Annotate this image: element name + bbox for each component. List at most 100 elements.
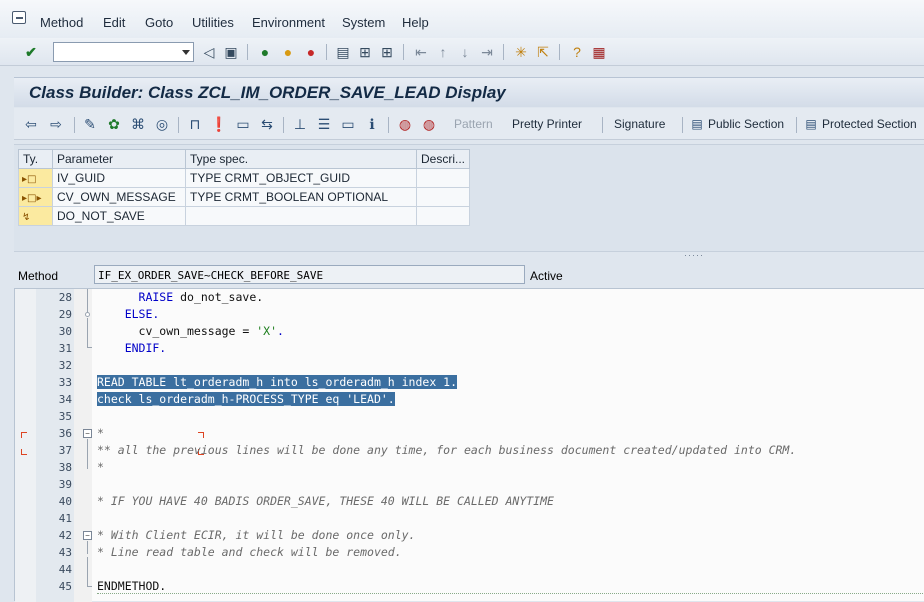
menu-help[interactable]: Help	[402, 15, 429, 30]
code-line[interactable]: 31 ENDIF.	[15, 340, 923, 357]
code-comment[interactable]: *	[97, 426, 104, 440]
table-row[interactable]: ▸□ IV_GUID TYPE CRMT_OBJECT_GUID	[18, 168, 471, 188]
code-line[interactable]: 35	[15, 408, 923, 425]
back-icon[interactable]: ◁	[200, 43, 218, 61]
code-comment[interactable]: ** all the previous lines will be done a…	[97, 443, 796, 457]
menu-system[interactable]: System	[342, 15, 385, 30]
previous-page-icon[interactable]: ↑	[434, 43, 452, 61]
code-comment[interactable]: * IF YOU HAVE 40 BADIS ORDER_SAVE, THESE…	[97, 494, 554, 508]
parameter-name[interactable]: IV_GUID	[52, 168, 186, 188]
selected-code-text[interactable]: READ TABLE lt_orderadm_h into ls_orderad…	[97, 375, 458, 389]
code-text[interactable]: ENDIF.	[97, 341, 167, 355]
find-icon[interactable]: ⊞	[356, 43, 374, 61]
forward-arrow-icon[interactable]: ⇨	[47, 115, 65, 133]
code-line[interactable]: 28 RAISE do_not_save.	[15, 289, 923, 306]
code-line[interactable]: 43 * Line read table and check will be r…	[15, 544, 923, 561]
test-icon[interactable]: ◎	[153, 115, 171, 133]
menu-method[interactable]: Method	[40, 15, 83, 30]
code-line[interactable]: 30 cv_own_message = 'X'.	[15, 323, 923, 340]
code-line[interactable]: 41	[15, 510, 923, 527]
parameter-name[interactable]: CV_OWN_MESSAGE	[52, 187, 186, 207]
check-icon[interactable]: ✿	[105, 115, 123, 133]
first-page-icon[interactable]: ⇤	[412, 43, 430, 61]
parameter-name[interactable]: DO_NOT_SAVE	[52, 206, 186, 226]
code-line[interactable]: 29 ELSE.	[15, 306, 923, 323]
code-line[interactable]: 42 * With Client ECIR, it will be done o…	[15, 527, 923, 544]
column-header-type-spec[interactable]: Type spec.	[185, 149, 417, 169]
signature-button[interactable]: Signature	[614, 117, 665, 131]
parameter-type-spec[interactable]: TYPE CRMT_BOOLEAN OPTIONAL	[185, 187, 417, 207]
menu-edit[interactable]: Edit	[103, 15, 125, 30]
code-line[interactable]: 39	[15, 476, 923, 493]
object-list-icon[interactable]: ▭	[234, 115, 252, 133]
pretty-printer-button[interactable]: Pretty Printer	[512, 117, 582, 131]
back-nav-icon[interactable]: ●	[256, 43, 274, 61]
activate-icon[interactable]: ⌘	[129, 115, 147, 133]
table-row[interactable]: ↯ DO_NOT_SAVE	[18, 206, 471, 226]
table-row[interactable]: ▸□▸ CV_OWN_MESSAGE TYPE CRMT_BOOLEAN OPT…	[18, 187, 471, 207]
parameter-description[interactable]	[415, 187, 471, 207]
cancel-icon[interactable]: ●	[302, 43, 320, 61]
parameter-type-spec[interactable]: TYPE CRMT_OBJECT_GUID	[185, 168, 417, 188]
code-text[interactable]: ENDMETHOD.	[97, 579, 166, 593]
code-line[interactable]: 32	[15, 357, 923, 374]
method-name-field[interactable]: IF_EX_ORDER_SAVE~CHECK_BEFORE_SAVE	[94, 265, 525, 284]
save-icon[interactable]: ▣	[222, 43, 240, 61]
toolbar-separator	[503, 44, 504, 60]
code-editor[interactable]: − − 28 RAISE do_not_save. 29 ELSE. 30 cv…	[14, 288, 924, 602]
code-comment[interactable]: * With Client ECIR, it will be done once…	[97, 528, 416, 542]
pattern-button[interactable]: Pattern	[454, 117, 493, 131]
tree-icon[interactable]: ☰	[315, 115, 333, 133]
toolbar-separator	[178, 117, 179, 133]
info-icon[interactable]: ℹ	[363, 115, 381, 133]
window-icon[interactable]: ▭	[339, 115, 357, 133]
next-page-icon[interactable]: ↓	[456, 43, 474, 61]
code-line[interactable]: 40 * IF YOU HAVE 40 BADIS ORDER_SAVE, TH…	[15, 493, 923, 510]
column-header-description[interactable]: Descri...	[415, 149, 471, 169]
code-line[interactable]: 33 READ TABLE lt_orderadm_h into ls_orde…	[15, 374, 923, 391]
new-session-icon[interactable]: ✳	[512, 43, 530, 61]
selected-code-text[interactable]: check ls_orderadm_h-PROCESS_TYPE eq 'LEA…	[97, 392, 395, 406]
splitter-handle[interactable]: ·····	[684, 250, 704, 260]
navigation-icon[interactable]: ⇆	[258, 115, 276, 133]
parameter-description[interactable]	[415, 168, 471, 188]
code-line[interactable]: 36 *	[15, 425, 923, 442]
protected-section-button[interactable]: Protected Section	[822, 117, 917, 131]
code-comment[interactable]: *	[97, 460, 104, 474]
insert-statement-icon[interactable]: ◍	[396, 115, 414, 133]
code-line[interactable]: 37 ** all the previous lines will be don…	[15, 442, 923, 459]
code-text[interactable]: RAISE do_not_save.	[97, 290, 264, 304]
public-section-button[interactable]: Public Section	[708, 117, 784, 131]
menu-utilities[interactable]: Utilities	[192, 15, 234, 30]
print-icon[interactable]: ▤	[334, 43, 352, 61]
code-text[interactable]: cv_own_message = 'X'.	[97, 324, 284, 338]
enter-icon[interactable]: ✔	[22, 43, 40, 61]
parameter-type-spec[interactable]	[185, 206, 417, 226]
command-field[interactable]	[53, 42, 194, 62]
display-change-icon[interactable]: ✎	[81, 115, 99, 133]
column-header-type[interactable]: Ty.	[18, 149, 53, 169]
last-page-icon[interactable]: ⇥	[478, 43, 496, 61]
code-comment[interactable]: * Line read table and check will be remo…	[97, 545, 402, 559]
breakpoint-icon[interactable]: ❗	[210, 115, 228, 133]
chevron-down-icon[interactable]	[182, 50, 190, 55]
code-text[interactable]: ELSE.	[97, 307, 160, 321]
code-line[interactable]: 34 check ls_orderadm_h-PROCESS_TYPE eq '…	[15, 391, 923, 408]
code-line[interactable]: 38 *	[15, 459, 923, 476]
layout-icon[interactable]: ▦	[590, 43, 608, 61]
help-icon[interactable]: ?	[568, 43, 586, 61]
code-line[interactable]: 44	[15, 561, 923, 578]
exit-icon[interactable]: ●	[279, 43, 297, 61]
menu-goto[interactable]: Goto	[145, 15, 173, 30]
hierarchy-icon[interactable]: ⊥	[291, 115, 309, 133]
shortcut-icon[interactable]: ⇱	[534, 43, 552, 61]
column-header-parameter[interactable]: Parameter	[52, 149, 186, 169]
find-next-icon[interactable]: ⊞	[378, 43, 396, 61]
system-menu-icon[interactable]	[12, 11, 26, 24]
parameter-description[interactable]	[415, 206, 471, 226]
back-arrow-icon[interactable]: ⇦	[22, 115, 40, 133]
where-used-icon[interactable]: ⊓	[186, 115, 204, 133]
menu-environment[interactable]: Environment	[252, 15, 325, 30]
delete-statement-icon[interactable]: ◍	[420, 115, 438, 133]
exception-parameter-icon: ↯	[18, 206, 53, 226]
